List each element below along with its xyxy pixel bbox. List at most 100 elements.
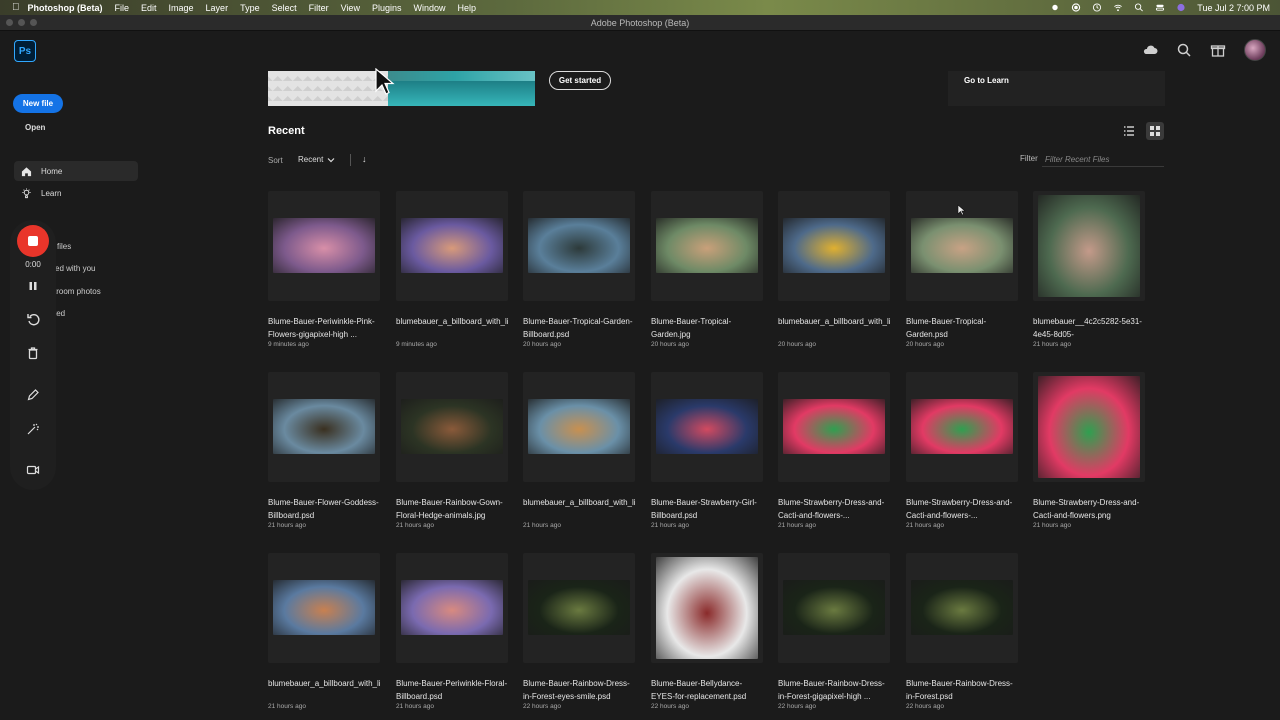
file-card[interactable]: Blume-Bauer-Rainbow-Dress-in-Forest.psd 2… (906, 553, 1018, 710)
file-thumbnail[interactable] (268, 372, 380, 482)
file-thumbnail[interactable] (778, 372, 890, 482)
menu-layer[interactable]: Layer (206, 3, 229, 13)
learn-card[interactable]: Go to Learn (948, 71, 1165, 106)
record-status-icon[interactable] (1071, 3, 1081, 12)
get-started-button[interactable]: Get started (549, 71, 611, 90)
file-thumbnail[interactable] (778, 553, 890, 663)
file-card[interactable]: Blume-Bauer-Rainbow-Dress-in-Forest-giga… (778, 553, 890, 710)
file-name[interactable]: blumebauer__4c2c5282-5e31-4e45-8d05-151e… (1033, 315, 1145, 341)
brightness-icon[interactable] (1050, 3, 1060, 12)
file-card[interactable]: Blume-Bauer-Tropical-Garden-Billboard.ps… (523, 191, 635, 348)
menu-type[interactable]: Type (240, 3, 260, 13)
file-thumbnail[interactable] (906, 372, 1018, 482)
file-thumbnail[interactable] (268, 191, 380, 301)
file-thumbnail[interactable] (778, 191, 890, 301)
file-card[interactable]: blumebauer_a_billboard_with_lights_at_th… (778, 191, 890, 348)
filter-input[interactable] (1042, 152, 1164, 167)
menu-image[interactable]: Image (169, 3, 194, 13)
pause-icon[interactable] (26, 279, 40, 293)
file-name[interactable]: Blume-Strawberry-Dress-and-Cacti-and-flo… (1033, 496, 1145, 522)
file-name[interactable]: blumebauer_a_billboard_with_lights_at_th… (523, 496, 635, 522)
file-thumbnail[interactable] (1033, 191, 1145, 301)
magic-icon[interactable] (26, 422, 40, 436)
file-card[interactable]: Blume-Bauer-Rainbow-Gown-Floral-Hedge-an… (396, 372, 508, 529)
menu-file[interactable]: File (115, 3, 130, 13)
file-name[interactable]: Blume-Bauer-Flower-Goddess-Billboard.psd (268, 496, 380, 522)
file-card[interactable]: Blume-Bauer-Bellydance-EYES-for-replacem… (651, 553, 763, 710)
grid-view-button[interactable] (1146, 122, 1164, 140)
undo-icon[interactable] (26, 312, 40, 326)
file-name[interactable]: blumebauer_a_billboard_with_lights_at_th… (778, 315, 890, 341)
file-card[interactable]: Blume-Bauer-Periwinkle-Pink-Flowers-giga… (268, 191, 380, 348)
stop-recording-button[interactable] (17, 225, 49, 257)
wifi-icon[interactable] (1113, 3, 1123, 12)
file-thumbnail[interactable] (1033, 372, 1145, 482)
menu-help[interactable]: Help (458, 3, 477, 13)
sidebar-item-learn[interactable]: Learn (14, 183, 138, 203)
file-thumbnail[interactable] (396, 553, 508, 663)
file-thumbnail[interactable] (523, 191, 635, 301)
sort-dropdown[interactable]: Recent (298, 155, 335, 164)
menu-app-name[interactable]: Photoshop (Beta) (28, 3, 103, 13)
file-card[interactable]: Blume-Bauer-Periwinkle-Floral-Billboard.… (396, 553, 508, 710)
menu-view[interactable]: View (341, 3, 360, 13)
pen-icon[interactable] (26, 388, 40, 402)
menu-edit[interactable]: Edit (141, 3, 157, 13)
file-name[interactable]: blumebauer_a_billboard_with_lights_at_th… (396, 315, 508, 341)
file-card[interactable]: blumebauer_a_billboard_with_lights_at_th… (268, 553, 380, 710)
menu-window[interactable]: Window (413, 3, 445, 13)
file-card[interactable]: blumebauer_a_billboard_with_lights_at_th… (396, 191, 508, 348)
control-center-icon[interactable] (1155, 3, 1165, 12)
search-icon[interactable] (1176, 42, 1192, 58)
file-name[interactable]: Blume-Strawberry-Dress-and-Cacti-and-flo… (906, 496, 1018, 522)
file-thumbnail[interactable] (651, 372, 763, 482)
clock[interactable]: Tue Jul 2 7:00 PM (1197, 3, 1270, 13)
file-name[interactable]: Blume-Bauer-Tropical-Garden-Billboard.ps… (523, 315, 635, 341)
file-name[interactable]: Blume-Bauer-Tropical-Garden.psd (906, 315, 1018, 341)
sidebar-item-home[interactable]: Home (14, 161, 138, 181)
file-name[interactable]: Blume-Bauer-Rainbow-Dress-in-Forest-giga… (778, 677, 890, 703)
file-name[interactable]: Blume-Bauer-Periwinkle-Floral-Billboard.… (396, 677, 508, 703)
open-button[interactable]: Open (25, 123, 45, 132)
file-name[interactable]: Blume-Bauer-Strawberry-Girl-Billboard.ps… (651, 496, 763, 522)
cloud-icon[interactable] (1142, 42, 1158, 58)
file-card[interactable]: Blume-Bauer-Tropical-Garden.jpg 20 hours … (651, 191, 763, 348)
file-card[interactable]: Blume-Strawberry-Dress-and-Cacti-and-flo… (906, 372, 1018, 529)
file-thumbnail[interactable] (268, 553, 380, 663)
file-thumbnail[interactable] (396, 191, 508, 301)
file-thumbnail[interactable] (651, 553, 763, 663)
file-thumbnail[interactable] (906, 553, 1018, 663)
file-thumbnail[interactable] (651, 191, 763, 301)
search-icon[interactable] (1134, 3, 1144, 12)
file-name[interactable]: Blume-Bauer-Rainbow-Dress-in-Forest.psd (906, 677, 1018, 703)
avatar[interactable] (1244, 39, 1266, 61)
file-card[interactable]: Blume-Bauer-Flower-Goddess-Billboard.psd… (268, 372, 380, 529)
file-card[interactable]: Blume-Bauer-Strawberry-Girl-Billboard.ps… (651, 372, 763, 529)
gift-icon[interactable] (1210, 42, 1226, 58)
file-name[interactable]: Blume-Strawberry-Dress-and-Cacti-and-flo… (778, 496, 890, 522)
file-card[interactable]: blumebauer_a_billboard_with_lights_at_th… (523, 372, 635, 529)
file-thumbnail[interactable] (523, 372, 635, 482)
camera-icon[interactable] (26, 463, 40, 477)
file-name[interactable]: Blume-Bauer-Rainbow-Dress-in-Forest-eyes… (523, 677, 635, 703)
file-thumbnail[interactable] (523, 553, 635, 663)
file-card[interactable]: Blume-Strawberry-Dress-and-Cacti-and-flo… (778, 372, 890, 529)
siri-icon[interactable] (1176, 3, 1186, 12)
file-thumbnail[interactable] (396, 372, 508, 482)
sidebar-item-shared[interactable]: ed with you (55, 264, 95, 273)
sidebar-item-lightroom[interactable]: troom photos (54, 287, 101, 296)
file-name[interactable]: Blume-Bauer-Tropical-Garden.jpg (651, 315, 763, 341)
menu-filter[interactable]: Filter (309, 3, 329, 13)
menu-plugins[interactable]: Plugins (372, 3, 402, 13)
menu-select[interactable]: Select (272, 3, 297, 13)
file-card[interactable]: blumebauer__4c2c5282-5e31-4e45-8d05-151e… (1033, 191, 1145, 348)
file-name[interactable]: Blume-Bauer-Rainbow-Gown-Floral-Hedge-an… (396, 496, 508, 522)
apple-icon[interactable]:  (12, 2, 20, 13)
file-name[interactable]: Blume-Bauer-Bellydance-EYES-for-replacem… (651, 677, 763, 703)
go-to-learn-link[interactable]: Go to Learn (964, 76, 1009, 85)
sidebar-item-files[interactable]: files (57, 242, 71, 251)
new-file-button[interactable]: New file (13, 94, 63, 113)
file-name[interactable]: Blume-Bauer-Periwinkle-Pink-Flowers-giga… (268, 315, 380, 341)
trash-icon[interactable] (26, 346, 40, 360)
file-card[interactable]: Blume-Strawberry-Dress-and-Cacti-and-flo… (1033, 372, 1145, 529)
